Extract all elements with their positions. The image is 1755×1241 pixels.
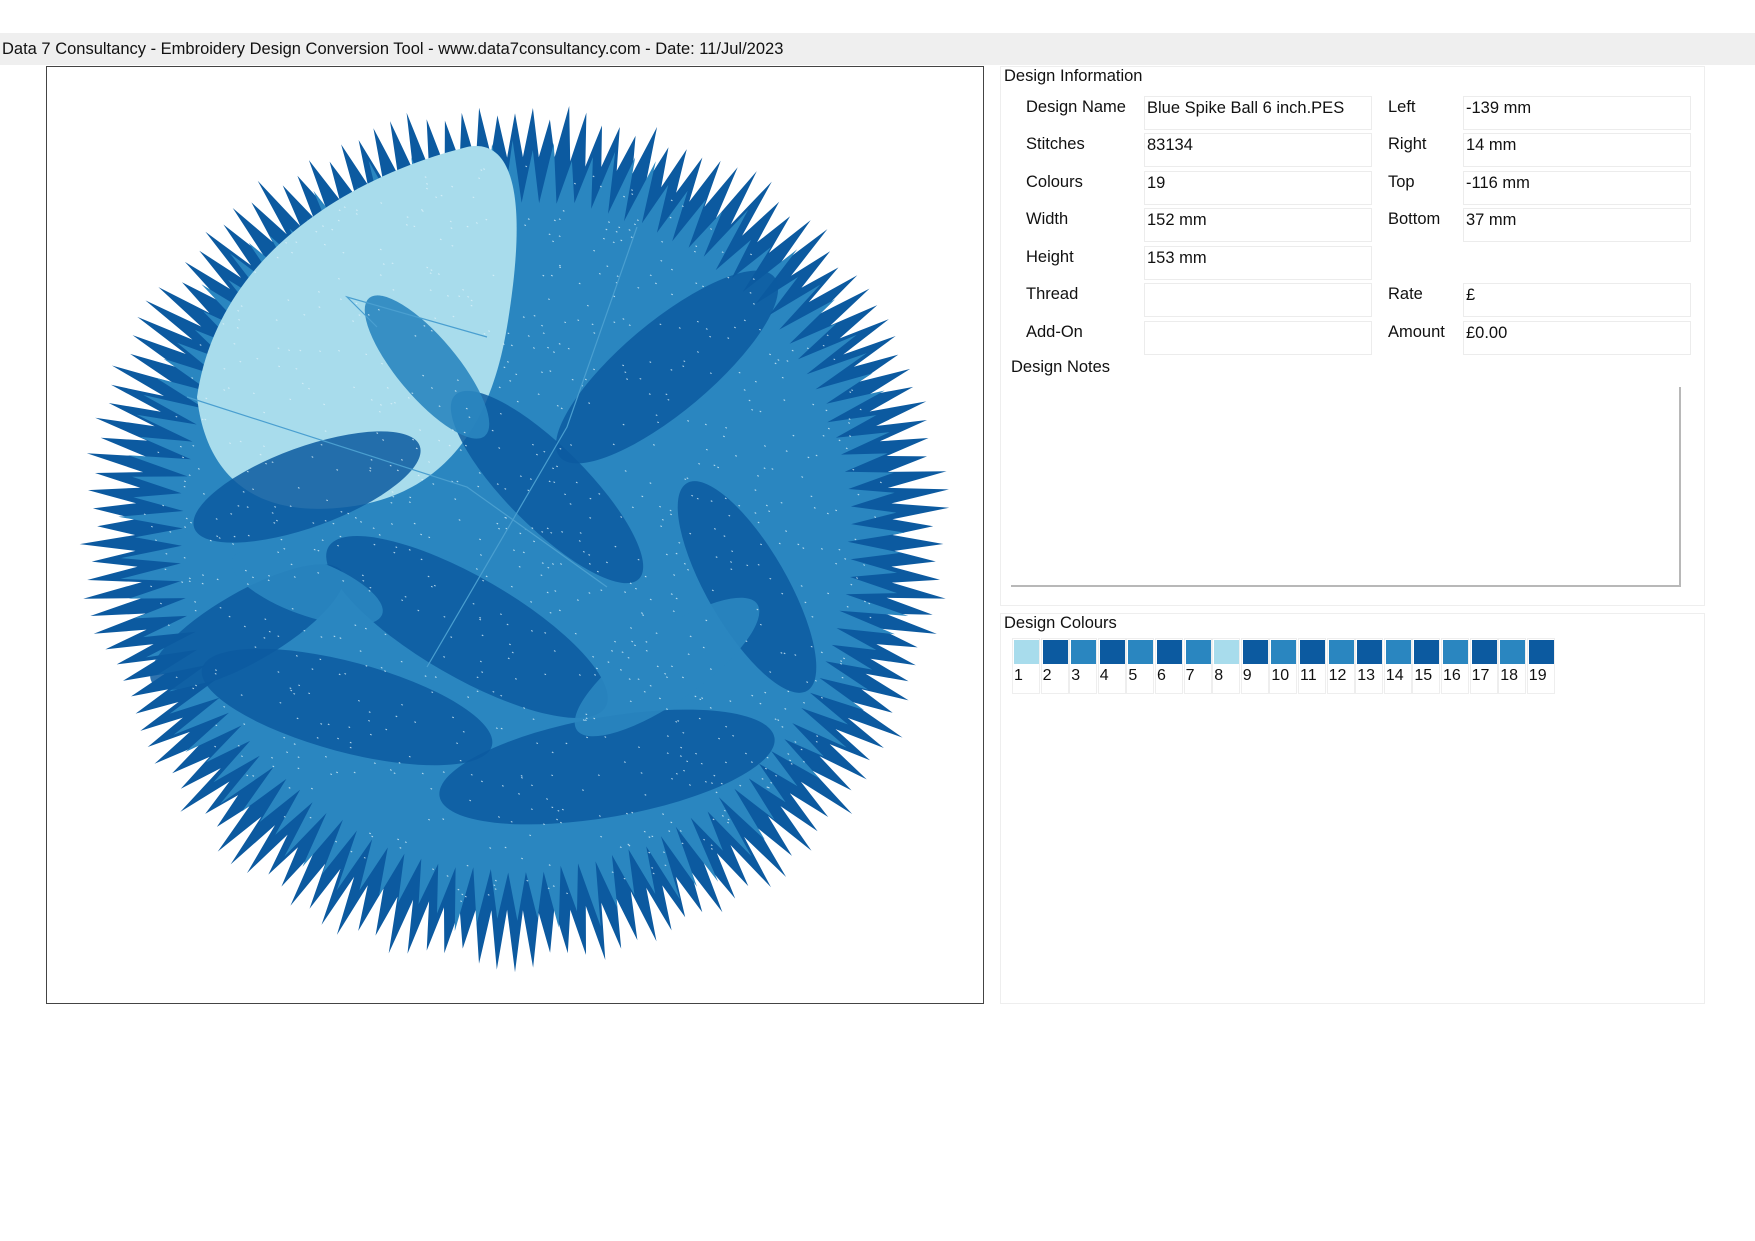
colour-swatch-chip xyxy=(1014,640,1039,664)
bottom-label: Bottom xyxy=(1388,210,1441,228)
colour-swatch: 14 xyxy=(1383,638,1412,694)
add-on-field xyxy=(1144,321,1372,355)
colour-swatch: 18 xyxy=(1498,638,1527,694)
width-field: 152 mm xyxy=(1144,208,1372,242)
colour-swatch-chip xyxy=(1157,640,1182,664)
rate-field: £ xyxy=(1463,283,1691,317)
colour-swatch-chip xyxy=(1099,640,1125,664)
colour-swatch-chip xyxy=(1471,640,1497,664)
colour-swatch-chip xyxy=(1300,640,1325,664)
colour-swatch-chip xyxy=(1385,640,1411,664)
colour-swatch-number: 19 xyxy=(1528,667,1547,684)
design-notes-box xyxy=(1011,387,1681,587)
colour-swatch-number: 6 xyxy=(1157,667,1166,684)
colour-swatch-number: 2 xyxy=(1042,667,1052,684)
colour-swatch-chip xyxy=(1042,640,1068,664)
stitches-field: 83134 xyxy=(1144,133,1372,167)
design-colours-panel: Design Colours 1 2 3 4 5 6 7 8 9 10 11 12 13 14 15 16 17… xyxy=(1000,613,1705,1004)
colour-swatch: 4 xyxy=(1097,638,1126,694)
colour-swatch-number: 5 xyxy=(1128,667,1138,684)
colour-swatch-number: 4 xyxy=(1099,667,1109,684)
colour-swatch-chip xyxy=(1414,640,1440,664)
colour-swatch-chip xyxy=(1271,640,1297,664)
colour-swatch: 17 xyxy=(1469,638,1498,694)
top-label: Top xyxy=(1388,173,1415,191)
height-label: Height xyxy=(1026,248,1074,266)
left-label: Left xyxy=(1388,98,1416,116)
colour-swatch: 7 xyxy=(1183,638,1212,694)
colour-swatch-number: 14 xyxy=(1385,667,1404,684)
colour-swatch-chip xyxy=(1500,640,1526,664)
colour-swatch-chip xyxy=(1214,640,1240,664)
colour-swatch-number: 12 xyxy=(1328,667,1347,684)
bottom-field: 37 mm xyxy=(1463,208,1691,242)
design-name-field: Blue Spike Ball 6 inch.PES xyxy=(1144,96,1372,130)
colour-swatch: 11 xyxy=(1298,638,1326,694)
amount-label: Amount xyxy=(1388,323,1445,341)
colour-swatch-number: 18 xyxy=(1500,667,1518,684)
colour-swatch-chip xyxy=(1071,640,1097,664)
colour-swatch: 6 xyxy=(1155,638,1183,694)
design-preview xyxy=(46,66,984,1004)
colour-swatch-number: 17 xyxy=(1471,667,1490,684)
colour-swatch-chip xyxy=(1443,640,1468,664)
thread-label: Thread xyxy=(1026,285,1079,303)
top-field: -116 mm xyxy=(1463,171,1691,205)
colour-swatch-number: 15 xyxy=(1414,667,1433,684)
colour-swatch: 13 xyxy=(1355,638,1384,694)
embroidery-design-image xyxy=(79,106,950,973)
page-title: Data 7 Consultancy - Embroidery Design C… xyxy=(2,40,784,58)
colour-swatch-number: 13 xyxy=(1357,667,1375,684)
colour-swatch-chip xyxy=(1242,640,1268,664)
left-field: -139 mm xyxy=(1463,96,1691,130)
colour-swatch-number: 8 xyxy=(1214,667,1224,684)
rate-label: Rate xyxy=(1388,285,1423,303)
stitches-label: Stitches xyxy=(1026,135,1085,153)
right-label: Right xyxy=(1388,135,1427,153)
width-label: Width xyxy=(1026,210,1069,228)
colour-swatch-number: 11 xyxy=(1300,667,1317,684)
colour-swatch-number: 16 xyxy=(1443,667,1461,684)
amount-field: £0.00 xyxy=(1463,321,1691,355)
right-field: 14 mm xyxy=(1463,133,1691,167)
design-information-panel: Design Information Design Name Blue Spik… xyxy=(1000,66,1705,606)
colour-swatch: 8 xyxy=(1212,638,1241,694)
colour-swatch: 10 xyxy=(1269,638,1298,694)
colour-swatch-number: 1 xyxy=(1014,667,1023,684)
design-notes-label: Design Notes xyxy=(1011,358,1111,376)
colour-swatch: 3 xyxy=(1069,638,1098,694)
design-information-title: Design Information xyxy=(1004,67,1143,85)
colour-swatch: 19 xyxy=(1526,638,1555,694)
design-colours-title: Design Colours xyxy=(1004,614,1117,632)
colour-swatch-chip xyxy=(1357,640,1383,664)
colour-swatch-number: 7 xyxy=(1185,667,1195,684)
colour-swatch-number: 10 xyxy=(1271,667,1290,684)
colour-swatch-chip xyxy=(1128,640,1154,664)
colours-field: 19 xyxy=(1144,171,1372,205)
colour-swatch: 2 xyxy=(1040,638,1069,694)
colour-swatch: 12 xyxy=(1326,638,1355,694)
colour-swatch: 16 xyxy=(1441,638,1469,694)
design-name-label: Design Name xyxy=(1026,98,1126,116)
header-bar: Data 7 Consultancy - Embroidery Design C… xyxy=(0,33,1755,65)
colour-swatch: 5 xyxy=(1126,638,1155,694)
colour-swatch: 15 xyxy=(1412,638,1441,694)
colour-swatch-number: 3 xyxy=(1071,667,1081,684)
colour-swatch-number: 9 xyxy=(1242,667,1252,684)
colours-label: Colours xyxy=(1026,173,1083,191)
height-field: 153 mm xyxy=(1144,246,1372,280)
add-on-label: Add-On xyxy=(1026,323,1083,341)
colour-swatch-chip xyxy=(1328,640,1354,664)
colour-swatch-chip xyxy=(1185,640,1211,664)
colour-swatch: 9 xyxy=(1240,638,1269,694)
thread-field xyxy=(1144,283,1372,317)
colour-swatch-chip xyxy=(1528,640,1554,664)
colour-swatch: 1 xyxy=(1012,638,1040,694)
